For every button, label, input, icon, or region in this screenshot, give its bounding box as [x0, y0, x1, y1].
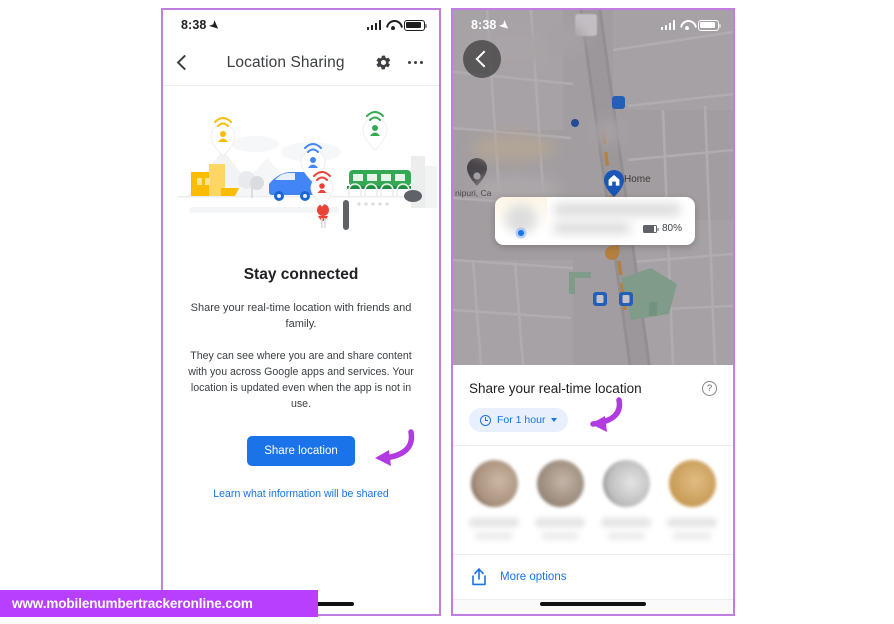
- more-horizontal-icon[interactable]: [408, 60, 423, 65]
- avatar: [470, 460, 518, 507]
- duration-chip-label: For 1 hour: [497, 414, 546, 426]
- share-bottom-sheet: Share your real-time location ? For 1 ho…: [453, 365, 733, 614]
- contact-item[interactable]: [465, 460, 523, 540]
- contact-name-redacted: [535, 518, 585, 527]
- watermark-text: www.mobilenumbertrackeronline.com: [12, 596, 253, 611]
- description-line-1: Share your real-time location with frien…: [190, 302, 412, 330]
- app-bar: Location Sharing: [163, 40, 439, 86]
- gear-icon[interactable]: [375, 54, 392, 71]
- chevron-down-icon: [551, 418, 558, 422]
- sheet-title: Share your real-time location: [469, 381, 642, 396]
- battery-icon: [643, 224, 659, 233]
- illustration-svg: [177, 111, 437, 230]
- status-time: 8:38: [181, 18, 207, 32]
- contact-list: [453, 445, 733, 540]
- blue-location-dot-icon: [515, 227, 527, 239]
- contact-sub-redacted: [607, 532, 645, 540]
- description-line-2: They can see where you are and share con…: [188, 349, 414, 410]
- page-title: Location Sharing: [226, 53, 345, 71]
- battery-percent: 80%: [662, 223, 683, 234]
- home-marker-label: Home: [624, 174, 651, 185]
- contact-sub-redacted: [541, 532, 579, 540]
- avatar: [602, 460, 650, 507]
- location-arrow-icon: ➤: [497, 17, 513, 33]
- cellular-signal-icon: [366, 20, 381, 30]
- back-chevron-icon: [475, 50, 493, 68]
- status-time: 8:38: [471, 18, 497, 32]
- watermark-banner: www.mobilenumbertrackeronline.com: [0, 590, 318, 617]
- more-options-row[interactable]: More options: [453, 554, 733, 599]
- location-arrow-icon: ➤: [207, 17, 223, 33]
- home-indicator-right: [540, 602, 646, 606]
- contact-thumbnail: [495, 197, 547, 245]
- phone-right: nipuri, Ca Home 80% 8:38 ➤ Share your re…: [451, 8, 735, 616]
- wifi-icon: [386, 20, 399, 30]
- map-label-place: nipuri, Ca: [455, 188, 492, 198]
- left-content: Stay connected Share your real-time loca…: [163, 266, 439, 500]
- yellow-person-pin: [210, 117, 236, 157]
- share-location-button[interactable]: Share location: [247, 436, 355, 467]
- contact-item[interactable]: [597, 460, 655, 540]
- share-icon: [472, 568, 486, 586]
- cellular-signal-icon: [660, 20, 675, 30]
- more-options-label: More options: [500, 571, 567, 583]
- status-bar-right-group: [366, 19, 427, 31]
- contact-sub-redacted: [475, 532, 513, 540]
- avatar: [668, 460, 716, 507]
- contact-sub-redacted: [673, 532, 711, 540]
- learn-what-information-link[interactable]: Learn what information will be shared: [185, 488, 417, 500]
- contact-details: 80%: [547, 197, 695, 245]
- map-view[interactable]: nipuri, Ca Home 80%: [453, 10, 733, 365]
- green-person-pin: [362, 111, 388, 151]
- contact-name-redacted: [601, 518, 651, 527]
- status-bar-right: 8:38 ➤: [453, 10, 733, 40]
- contact-item[interactable]: [531, 460, 589, 540]
- status-bar-left-group: 8:38 ➤: [181, 17, 223, 33]
- location-sharing-illustration: [163, 100, 439, 260]
- help-circle-icon[interactable]: ?: [702, 381, 717, 396]
- battery-status: 80%: [643, 223, 682, 234]
- clock-icon: [480, 414, 491, 426]
- heading-stay-connected: Stay connected: [243, 266, 359, 283]
- wifi-icon: [680, 20, 693, 30]
- shared-location-info-card[interactable]: 80%: [495, 197, 695, 245]
- status-bar-right-group: [660, 19, 721, 31]
- contact-name-redacted: [469, 518, 519, 527]
- battery-icon: [404, 19, 427, 31]
- status-bar-left: 8:38 ➤: [163, 10, 439, 40]
- status-bar-left-group: 8:38 ➤: [471, 17, 513, 33]
- contact-name-redacted: [667, 518, 717, 527]
- contact-item[interactable]: [663, 460, 721, 540]
- sheet-header: Share your real-time location ?: [453, 365, 733, 396]
- duration-chip[interactable]: For 1 hour: [469, 408, 569, 432]
- battery-icon: [698, 19, 721, 31]
- back-button[interactable]: [463, 40, 501, 78]
- avatar: [536, 460, 584, 507]
- phone-left: 8:38 ➤ Location Sharing Stay connected S…: [161, 8, 441, 616]
